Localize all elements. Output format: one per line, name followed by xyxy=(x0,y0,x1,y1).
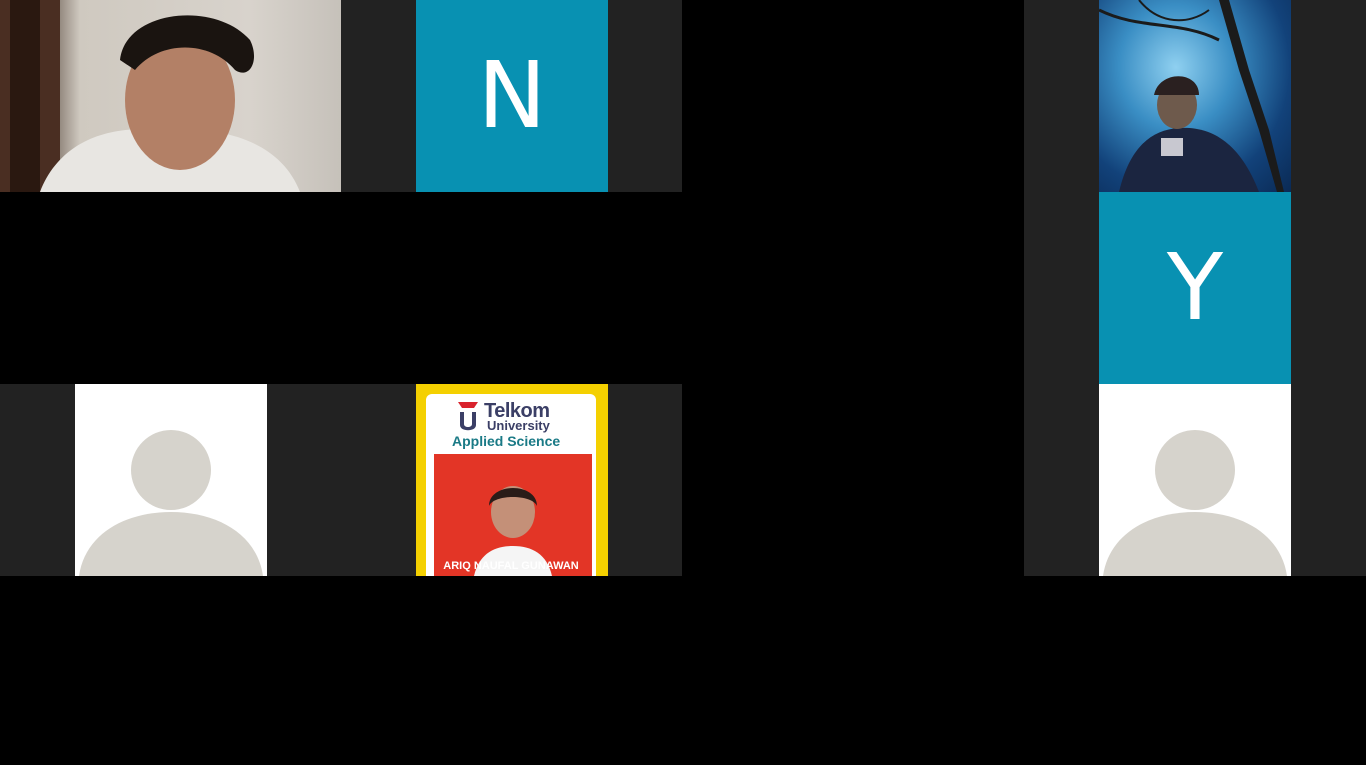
video-tile-4[interactable]: Y xyxy=(1024,192,1366,384)
video-tile-6[interactable]: Telkom University Applied Science ARIQ N… xyxy=(341,384,682,576)
camera-feed xyxy=(0,0,341,192)
participant-initial: Y xyxy=(1166,234,1224,341)
card-department: Applied Science xyxy=(452,433,561,449)
default-avatar xyxy=(75,384,267,576)
camera-feed xyxy=(1099,0,1291,192)
camera-feed: Telkom University Applied Science ARIQ N… xyxy=(416,384,608,576)
video-tile-5[interactable] xyxy=(0,384,341,576)
initial-avatar: Y xyxy=(1099,192,1291,384)
video-tile-2[interactable]: N xyxy=(341,0,682,192)
video-tile-1[interactable] xyxy=(0,0,341,192)
user-avatar-icon xyxy=(1103,430,1287,576)
initial-avatar: N xyxy=(416,0,608,192)
user-avatar-icon xyxy=(79,430,263,576)
card-photo xyxy=(474,486,552,576)
camera-person-illustration xyxy=(1099,0,1284,192)
video-tile-3[interactable] xyxy=(1024,0,1366,192)
participant-initial: N xyxy=(477,42,547,149)
camera-person-illustration xyxy=(0,0,300,192)
card-holder-name: ARIQ NAUFAL GUNAWAN xyxy=(443,560,579,572)
video-tile-7[interactable] xyxy=(1024,384,1366,576)
default-avatar xyxy=(1099,384,1291,576)
card-brand-sub: University xyxy=(487,418,550,433)
card-photo-area xyxy=(434,454,592,576)
